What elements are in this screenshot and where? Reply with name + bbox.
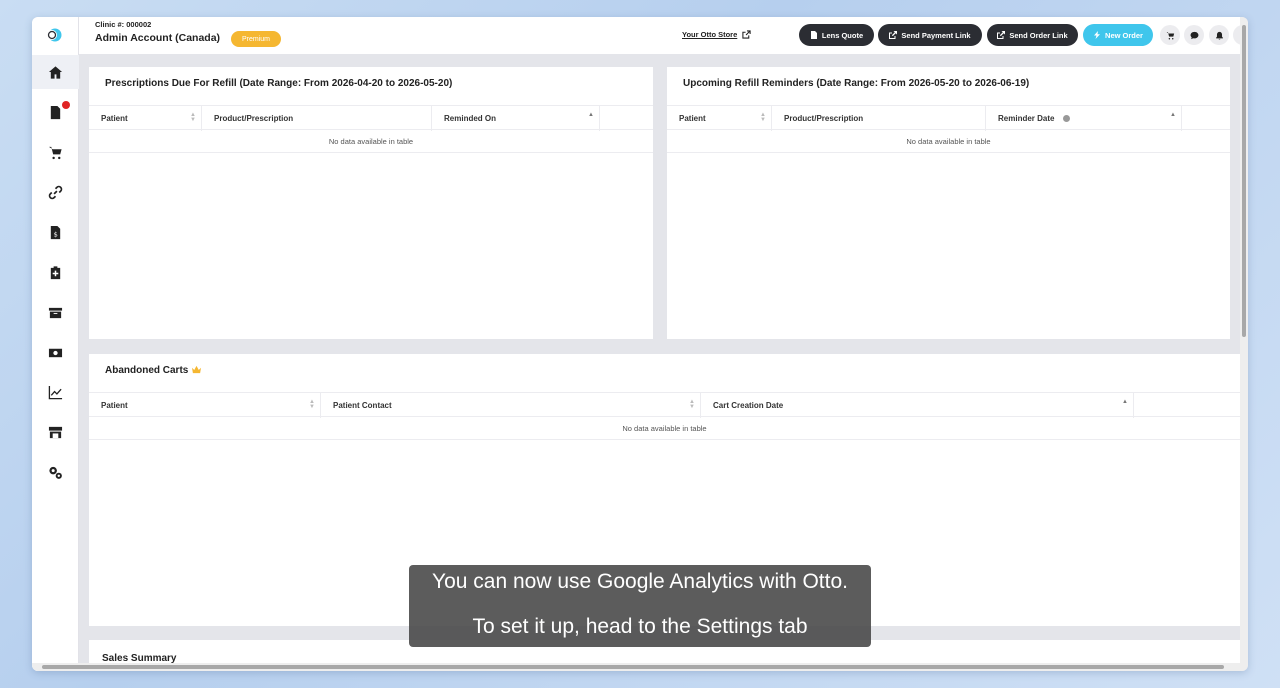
money-icon	[48, 348, 63, 357]
document-icon	[810, 31, 817, 39]
lens-quote-button[interactable]: Lens Quote	[799, 24, 874, 46]
clinic-number: Clinic #: 000002	[95, 20, 152, 29]
otto-logo	[47, 28, 62, 42]
column-label: Patient	[679, 114, 706, 123]
column-label: Product/Prescription	[214, 114, 294, 123]
table-header: Patient ▲ ▼ Product/Prescription Reminded …	[89, 105, 653, 131]
bell-icon	[1215, 31, 1223, 40]
document-icon	[50, 105, 61, 119]
sidebar-item-reports[interactable]	[32, 375, 79, 409]
sidebar-item-store[interactable]	[32, 415, 79, 449]
send-payment-link-button[interactable]: Send Payment Link	[878, 24, 982, 46]
empty-table-message: No data available in table	[89, 418, 1240, 440]
sidebar-item-links[interactable]	[32, 175, 79, 209]
header-cart-button[interactable]	[1160, 25, 1180, 45]
sidebar-item-settings[interactable]	[32, 455, 79, 489]
sidebar-item-prescriptions[interactable]	[32, 255, 79, 289]
video-caption: You can now use Google Analytics with Ot…	[409, 565, 871, 647]
lens-quote-label: Lens Quote	[821, 30, 864, 40]
sidebar-item-payments[interactable]	[32, 335, 79, 369]
scrollbar-thumb[interactable]	[1242, 25, 1246, 337]
caption-line-2: To set it up, head to the Settings tab	[472, 615, 808, 638]
column-label: Product/Prescription	[784, 114, 864, 123]
panel-title: Prescriptions Due For Refill (Date Range…	[105, 78, 453, 89]
link-icon	[48, 185, 63, 199]
external-link-icon	[997, 31, 1006, 39]
your-otto-store-link[interactable]: Your Otto Store	[682, 30, 751, 39]
send-payment-link-label: Send Payment Link	[901, 30, 971, 40]
header-chat-button[interactable]	[1184, 25, 1204, 45]
account-name: Admin Account (Canada)	[95, 32, 221, 44]
table-header: Patient ▲ ▼ Patient Contact ▲ ▼ Cart Creatio…	[89, 392, 1240, 418]
invoice-icon: $	[50, 225, 61, 239]
settings-icon	[49, 466, 62, 479]
store-icon	[48, 426, 63, 438]
chat-icon	[1190, 31, 1198, 39]
store-link-label: Your Otto Store	[682, 30, 738, 39]
column-label: Patient Contact	[333, 401, 392, 410]
empty-table-message: No data available in table	[667, 131, 1230, 153]
empty-table-message: No data available in table	[89, 131, 653, 153]
sidebar-item-products[interactable]	[32, 295, 79, 329]
sort-asc-icon: ▲	[1122, 399, 1128, 405]
horizontal-scrollbar[interactable]	[32, 663, 1240, 671]
column-label: Patient	[101, 114, 128, 123]
new-order-label: New Order	[1105, 30, 1143, 40]
prescriptions-due-panel: Prescriptions Due For Refill (Date Range…	[89, 67, 653, 339]
clipboard-plus-icon	[50, 265, 61, 279]
home-icon	[48, 65, 63, 79]
upcoming-refill-reminders-panel: Upcoming Refill Reminders (Date Range: F…	[667, 67, 1230, 339]
scrollbar-thumb[interactable]	[42, 665, 1224, 669]
cart-icon	[1166, 31, 1174, 39]
abandoned-carts-title: Abandoned Carts	[105, 365, 189, 376]
sort-icon: ▲ ▼	[190, 112, 196, 123]
info-icon[interactable]	[1063, 115, 1071, 122]
column-cart-creation-date[interactable]: Cart Creation Date ▲	[701, 393, 1134, 418]
chart-icon	[48, 385, 63, 399]
cart-icon	[48, 146, 62, 159]
sidebar-item-orders[interactable]	[32, 95, 79, 129]
external-link-icon	[742, 30, 751, 39]
column-product[interactable]: Product/Prescription	[202, 106, 432, 131]
sidebar-item-home[interactable]	[32, 55, 79, 89]
column-product[interactable]: Product/Prescription	[772, 106, 986, 131]
column-patient[interactable]: Patient ▲ ▼	[89, 106, 202, 131]
sidebar-item-invoices[interactable]: $	[32, 215, 79, 249]
premium-badge: Premium	[231, 31, 281, 47]
column-label: Reminded On	[444, 114, 497, 123]
external-link-icon	[889, 31, 898, 39]
header-notifications-button[interactable]	[1209, 25, 1229, 45]
sidebar: $	[32, 17, 79, 671]
column-label: Cart Creation Date	[713, 401, 784, 410]
send-order-link-button[interactable]: Send Order Link	[987, 24, 1078, 46]
svg-text:$: $	[54, 230, 58, 238]
column-reminder-date[interactable]: Reminder Date ▲	[986, 106, 1182, 131]
column-patient[interactable]: Patient ▲ ▼	[667, 106, 772, 131]
sort-icon: ▲ ▼	[309, 399, 315, 410]
panel-title: Upcoming Refill Reminders (Date Range: F…	[683, 78, 1030, 89]
notification-dot	[62, 101, 70, 109]
crown-icon	[192, 365, 202, 374]
sidebar-item-cart[interactable]	[32, 135, 79, 169]
lightning-icon	[1094, 31, 1101, 39]
send-order-link-label: Send Order Link	[1009, 30, 1068, 40]
box-icon	[48, 307, 63, 318]
table-header: Patient ▲ ▼ Product/Prescription Reminder …	[667, 105, 1230, 131]
panel-title: Abandoned Carts	[105, 365, 202, 376]
caption-line-1: You can now use Google Analytics with Ot…	[432, 570, 848, 593]
sort-icon: ▲ ▼	[760, 112, 766, 123]
top-header: Clinic #: 000002 Admin Account (Canada) …	[79, 17, 1248, 54]
column-patient[interactable]: Patient ▲ ▼	[89, 393, 321, 418]
column-reminded-on[interactable]: Reminded On ▲	[432, 106, 600, 131]
sort-icon: ▲ ▼	[689, 399, 695, 410]
sort-asc-icon: ▲	[1170, 112, 1176, 118]
vertical-scrollbar[interactable]	[1240, 17, 1248, 671]
column-label: Reminder Date	[998, 114, 1055, 123]
sort-asc-icon: ▲	[588, 112, 594, 118]
column-label: Patient	[101, 401, 128, 410]
new-order-button[interactable]: New Order	[1083, 24, 1153, 46]
column-patient-contact[interactable]: Patient Contact ▲ ▼	[321, 393, 701, 418]
